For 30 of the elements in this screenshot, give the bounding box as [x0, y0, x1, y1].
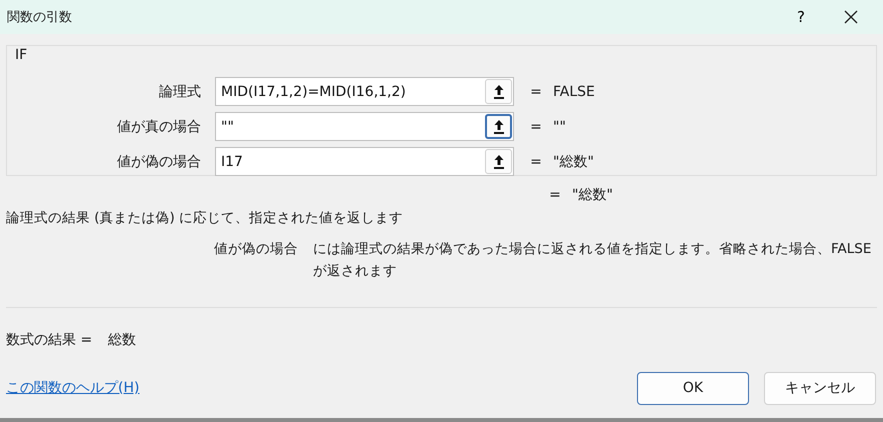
argument-label: 論理式	[158, 82, 202, 100]
argument-result: FALSE	[553, 84, 595, 100]
upload-arrow-icon	[492, 154, 504, 170]
dialog-button[interactable]: キャンセル	[764, 372, 876, 404]
argument-help-text: には論理式の結果が偽であった場合に返される値を指定します。省略された場合、FALSE が返されます	[313, 240, 872, 281]
collapse-button[interactable]	[485, 114, 512, 139]
dialog-button[interactable]: OK	[637, 372, 749, 404]
function-result: "総数"	[572, 186, 613, 204]
function-description: 論理式の結果 (真または偽) に応じて、指定された値を返します	[6, 209, 404, 228]
window-title: 関数の引数	[7, 9, 73, 26]
input-field[interactable]: ""	[215, 112, 514, 141]
argument-help-label: 値が偽の場合	[213, 240, 298, 259]
upload-arrow-icon	[492, 84, 504, 100]
equals-sign: =	[548, 187, 562, 203]
argument-label: 値が真の場合	[116, 118, 202, 136]
argument-label: 値が偽の場合	[116, 152, 202, 170]
function-name: IF	[15, 47, 28, 63]
formula-result-value: 総数	[108, 331, 136, 349]
argument-result: "総数"	[553, 152, 594, 170]
close-icon	[844, 10, 858, 24]
help-link[interactable]: この関数のヘルプ(H)	[6, 379, 622, 397]
input-field[interactable]: MID(I17,1,2)=MID(I16,1,2)	[215, 77, 514, 106]
argument-result: ""	[553, 118, 566, 134]
input-field[interactable]: I17	[215, 147, 514, 176]
equals-sign: =	[529, 84, 543, 100]
upload-arrow-icon	[492, 118, 504, 134]
equals-sign: =	[529, 154, 543, 170]
formula-result-label: 数式の結果 =	[6, 331, 92, 349]
equals-sign: =	[529, 118, 543, 134]
help-button[interactable]: ?	[776, 0, 826, 34]
